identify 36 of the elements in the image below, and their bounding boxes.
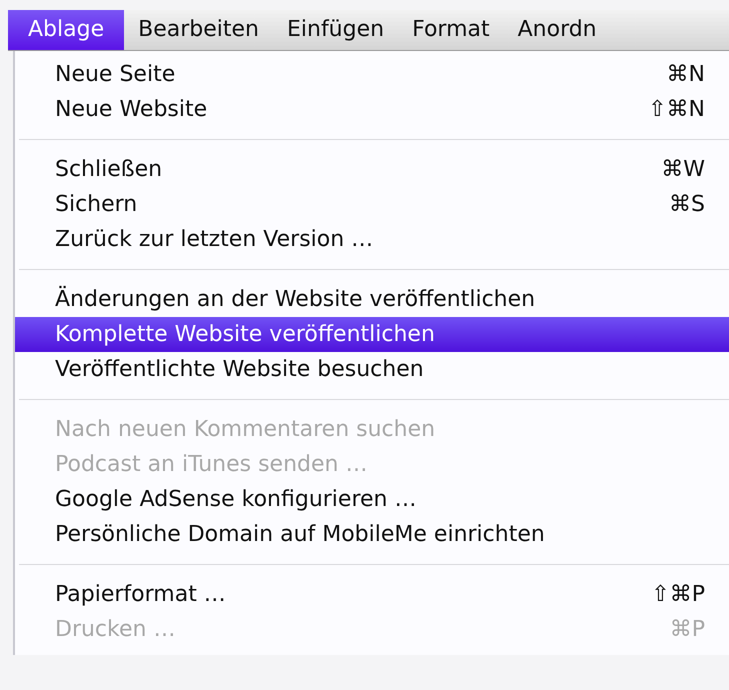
menu-item-label: Zurück zur letzten Version … [55, 227, 374, 252]
menu-item[interactable]: Papierformat … ⇧⌘P [15, 577, 729, 612]
menu-bar-item[interactable]: Format [398, 10, 504, 50]
menu-item[interactable]: Veröffentlichte Website besuchen [15, 352, 729, 387]
menu-item-label: Nach neuen Kommentaren suchen [55, 417, 436, 442]
menu-item[interactable]: Schließen ⌘W [15, 152, 729, 187]
menu-item-label: Drucken … [55, 617, 176, 642]
menu-bar-item[interactable]: Ablage [8, 10, 124, 50]
shortcut-label: ⇧⌘N [648, 97, 705, 122]
menu-item-label: Neue Website [55, 97, 208, 122]
menu-item-label: Podcast an iTunes senden … [55, 452, 368, 477]
shortcut-label: ⇧⌘P [651, 582, 705, 607]
menu-item[interactable]: Sichern ⌘S [15, 187, 729, 222]
menu-item-label: Papierformat … [55, 582, 226, 607]
shortcut-label: ⌘P [670, 617, 705, 642]
menu-item[interactable]: Neue Seite ⌘N [15, 57, 729, 92]
shortcut-label: ⌘W [661, 157, 705, 182]
menu-bar-item[interactable]: Einfügen [272, 10, 398, 50]
menu-item[interactable]: Google AdSense konfigurieren … [15, 482, 729, 517]
menu-item-label: Komplette Website veröffentlichen [55, 322, 435, 347]
menu-item-label: Neue Seite [55, 62, 176, 87]
shortcut-label: ⌘N [666, 62, 705, 87]
menu-item[interactable]: Zurück zur letzten Version … [15, 222, 729, 257]
shortcut-label: ⌘S [669, 192, 705, 217]
menu-item-label: Veröffentlichte Website besuchen [55, 357, 424, 382]
menu-item-label: Sichern [55, 192, 138, 217]
menu-item-label: Persönliche Domain auf MobileMe einrichten [55, 522, 545, 547]
menu-item-label: Änderungen an der Website veröffentlichen [55, 287, 536, 312]
menu-item[interactable]: Neue Website ⇧⌘N [15, 92, 729, 127]
menu-bar-item[interactable]: Anordn [504, 10, 611, 50]
menu-item[interactable]: Änderungen an der Website veröffentlichen [15, 282, 729, 317]
menu-item[interactable]: Komplette Website veröffentlichen [15, 317, 729, 352]
menu-item-label: Schließen [55, 157, 162, 182]
menu-item-label: Google AdSense konfigurieren … [55, 487, 416, 512]
menu-item[interactable]: Persönliche Domain auf MobileMe einrichten [15, 517, 729, 552]
menu-bar-item[interactable]: Bearbeiten [124, 10, 273, 50]
